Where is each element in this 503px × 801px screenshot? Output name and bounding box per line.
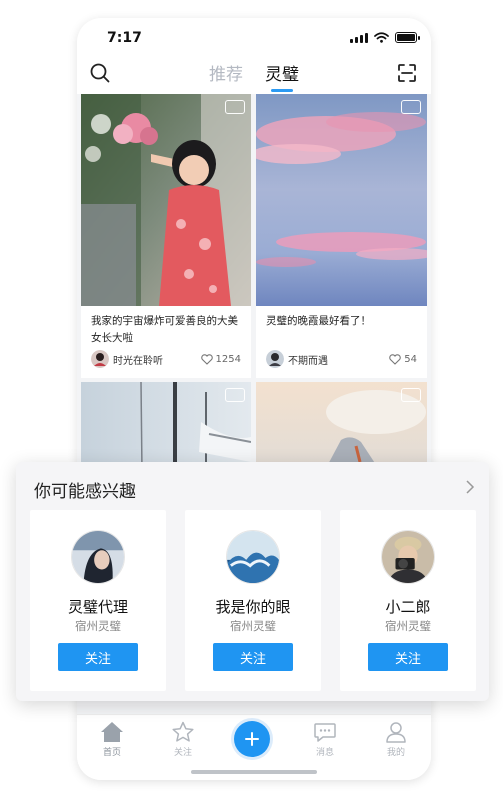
- tab-recommend[interactable]: 推荐: [209, 58, 243, 92]
- suggestions-title: 你可能感兴趣: [34, 482, 136, 502]
- user-icon: [386, 722, 406, 743]
- star-icon: [172, 721, 194, 742]
- tabbar-label: 我的: [386, 748, 405, 758]
- user-card[interactable]: 我是你的眼 宿州灵璧 关注: [185, 510, 321, 691]
- user-location: 宿州灵璧: [75, 619, 121, 633]
- user-name: 我是你的眼: [215, 598, 291, 616]
- like-count-value: 1254: [215, 353, 241, 365]
- feed-card[interactable]: 灵璧的晚霞最好看了！ 不期而遇 54: [256, 94, 427, 378]
- like-count-value: 54: [404, 353, 417, 365]
- user-name: 小二郎: [385, 598, 431, 616]
- user-name: 灵璧代理: [67, 598, 128, 616]
- like-count[interactable]: 1254: [200, 353, 241, 365]
- feed-tabs: 推荐 灵璧: [77, 58, 431, 92]
- tabbar-item-home[interactable]: 首页: [92, 721, 132, 758]
- signal-icon: [350, 32, 368, 43]
- avatar: [226, 530, 280, 584]
- tabbar-label: 首页: [102, 748, 121, 758]
- like-count[interactable]: 54: [389, 354, 417, 365]
- follow-button[interactable]: 关注: [368, 643, 448, 671]
- user-location: 宿州灵璧: [385, 619, 431, 633]
- video-badge-icon: [401, 388, 421, 402]
- heart-icon: [200, 353, 213, 365]
- follow-button[interactable]: 关注: [213, 643, 293, 671]
- tab-lingbi[interactable]: 灵璧: [265, 58, 299, 92]
- tabbar-label: 消息: [315, 748, 334, 758]
- home-icon: [101, 722, 123, 742]
- avatar: [381, 530, 435, 584]
- card-title: 灵璧的晚霞最好看了！: [266, 315, 371, 327]
- video-badge-icon: [401, 100, 421, 114]
- top-nav: 推荐 灵璧: [77, 58, 431, 94]
- status-bar: 7:17: [77, 18, 431, 58]
- user-card[interactable]: 灵璧代理 宿州灵璧 关注: [30, 510, 166, 691]
- avatar: [71, 530, 125, 584]
- feed-card[interactable]: 我家的宇宙爆炸可爱善良的大美女长大啦 时光在聆听 1254: [81, 94, 251, 378]
- video-badge-icon: [225, 388, 245, 402]
- card-author: 不期而遇: [288, 355, 328, 367]
- tabbar-item-follow[interactable]: 关注: [163, 721, 203, 758]
- plus-icon[interactable]: [234, 721, 270, 757]
- suggestions-panel: 你可能感兴趣 灵璧代理 宿州灵璧 关注 我是你的眼 宿州灵璧 关注 小二郎 宿州…: [16, 462, 489, 701]
- avatar: [266, 350, 284, 368]
- battery-icon: [395, 32, 420, 43]
- heart-icon: [389, 353, 402, 365]
- chat-icon: [314, 723, 336, 742]
- avatar: [91, 350, 109, 368]
- user-location: 宿州灵璧: [230, 619, 276, 633]
- image-badge-icon: [225, 100, 245, 114]
- home-indicator: [191, 770, 317, 774]
- follow-button[interactable]: 关注: [58, 643, 138, 671]
- status-time: 7:17: [107, 30, 142, 46]
- tabbar-item-messages[interactable]: 消息: [305, 721, 345, 758]
- card-meta: 不期而遇 54: [266, 349, 417, 369]
- card-author: 时光在聆听: [113, 355, 163, 367]
- user-card[interactable]: 小二郎 宿州灵璧 关注: [340, 510, 476, 691]
- status-icons: [350, 32, 420, 43]
- card-title: 我家的宇宙爆炸可爱善良的大美女长大啦: [91, 315, 238, 344]
- tabbar-label: 关注: [173, 748, 192, 758]
- card-meta: 时光在聆听 1254: [91, 349, 241, 369]
- chevron-right-icon[interactable]: [465, 480, 475, 494]
- tabbar-item-me[interactable]: 我的: [376, 721, 416, 758]
- card-image-girl: [81, 94, 251, 306]
- wifi-icon: [374, 32, 389, 43]
- card-image-sunset: [256, 94, 427, 306]
- scan-icon[interactable]: [397, 63, 417, 83]
